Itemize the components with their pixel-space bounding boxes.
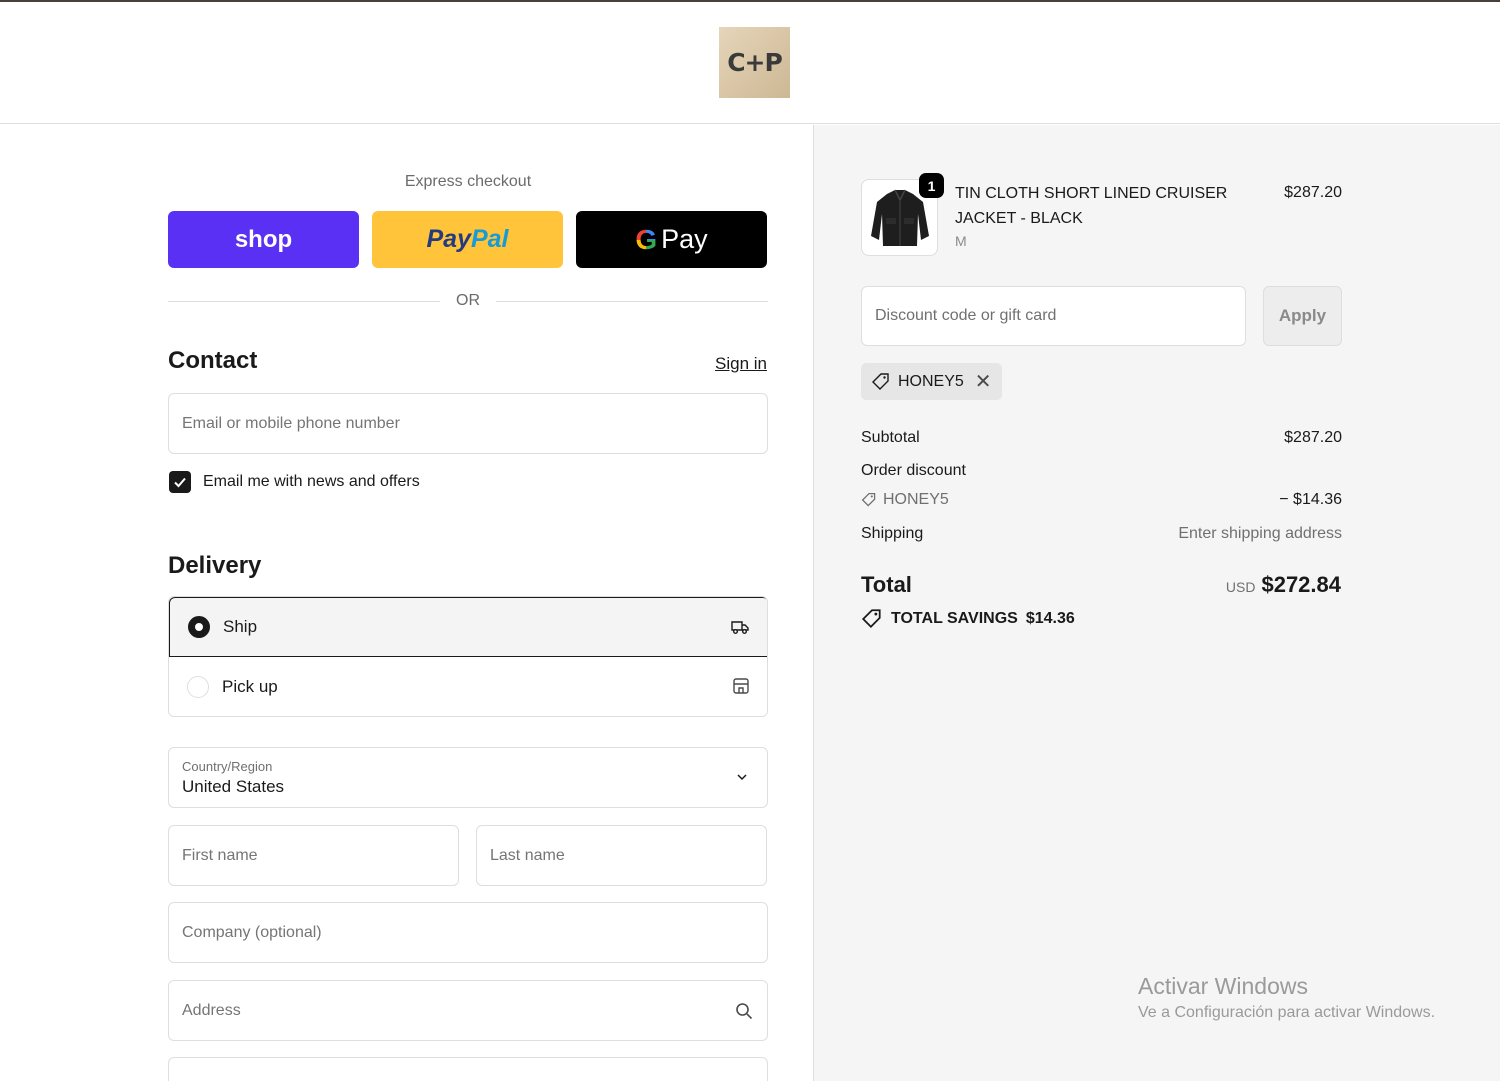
tag-icon	[872, 372, 889, 390]
pickup-radio[interactable]	[187, 676, 209, 698]
discount-code-line: HONEY5	[861, 491, 949, 509]
ship-label: Ship	[223, 617, 258, 636]
product-name: TIN CLOTH SHORT LINED CRUISER JACKET - B…	[955, 185, 1228, 227]
windows-activation-watermark: Activar Windows Ve a Configuración para …	[1138, 973, 1435, 1022]
watermark-subtitle: Ve a Configuración para activar Windows.	[1138, 1004, 1436, 1021]
savings-label: TOTAL SAVINGS	[891, 610, 1018, 627]
total-label: Total	[861, 572, 912, 597]
order-discount-row: Order discount	[861, 462, 1342, 480]
shipping-row: Shipping Enter shipping address	[861, 525, 1342, 543]
checkout-form: Express checkout shop Pay Pal G Pay OR Co…	[0, 125, 813, 1081]
store-logo[interactable]: C+P	[719, 27, 790, 98]
product-variant: M	[955, 233, 967, 249]
product-price: $287.20	[1284, 184, 1342, 201]
savings-tag-icon	[861, 609, 881, 628]
tag-icon	[861, 492, 876, 507]
first-name-field[interactable]	[168, 825, 459, 886]
discount-code-field[interactable]: Discount code or gift card	[861, 286, 1246, 346]
last-name-field[interactable]	[476, 825, 767, 886]
country-label: Country/Region	[182, 759, 273, 774]
contact-title: Contact	[168, 347, 258, 374]
discount-code-text: HONEY5	[883, 491, 949, 508]
paypal-label-part1: Pay	[426, 225, 471, 253]
apply-discount-button[interactable]: Apply	[1263, 286, 1342, 346]
subtotal-label: Subtotal	[861, 429, 920, 446]
address-line-2-field[interactable]	[168, 1057, 768, 1081]
delivery-option-pickup[interactable]: Pick up	[169, 657, 767, 716]
search-icon	[736, 1002, 753, 1019]
quantity-badge: 1	[919, 173, 944, 198]
order-discount-label: Order discount	[861, 462, 966, 479]
or-divider-text: OR	[456, 292, 480, 309]
subtotal-value: $287.20	[1284, 429, 1342, 446]
total-amount: USD $272.84	[1226, 572, 1341, 598]
shop-pay-label: shop	[234, 225, 293, 253]
ship-radio[interactable]	[188, 616, 210, 638]
newsletter-label: Email me with news and offers	[203, 473, 420, 490]
google-pay-label: Pay	[661, 224, 708, 254]
remove-discount-icon[interactable]: ✕	[975, 369, 992, 394]
shipping-label: Shipping	[861, 525, 924, 542]
chevron-down-icon	[737, 774, 747, 781]
subtotal-row: Subtotal $287.20	[861, 429, 1342, 447]
email-field[interactable]	[168, 393, 768, 454]
sign-in-link[interactable]: Sign in	[700, 354, 767, 374]
paypal-label-part2: Pal	[470, 225, 509, 253]
checkmark-icon	[174, 477, 186, 488]
divider-left	[168, 301, 440, 302]
delivery-method-group: Ship Pick up	[168, 596, 768, 717]
delivery-option-ship[interactable]: Ship	[169, 597, 767, 657]
header: C+P	[0, 2, 1500, 124]
applied-discount-code: HONEY5	[898, 372, 964, 390]
shipping-value: Enter shipping address	[1178, 525, 1342, 542]
savings-value: $14.36	[1025, 610, 1075, 627]
discount-detail-row: HONEY5 − $14.36	[861, 491, 1342, 513]
applied-discount-chip: HONEY5 ✕	[861, 363, 1002, 400]
newsletter-option[interactable]: Email me with news and offers	[169, 471, 420, 493]
shop-pay-button[interactable]: shop	[168, 211, 359, 268]
address-input[interactable]	[182, 1001, 734, 1020]
order-summary: 1 TIN CLOTH SHORT LINED CRUISER JACKET -…	[813, 125, 1500, 1081]
store-icon	[733, 678, 749, 694]
company-field[interactable]	[168, 902, 768, 963]
divider-right	[496, 301, 768, 302]
country-select[interactable]: Country/Region United States	[168, 747, 768, 808]
delivery-title: Delivery	[168, 552, 262, 579]
country-value: United States	[182, 777, 285, 796]
last-name-input[interactable]	[490, 846, 753, 865]
first-name-input[interactable]	[182, 846, 445, 865]
watermark-title: Activar Windows	[1138, 973, 1308, 999]
total-value: $272.84	[1261, 572, 1341, 597]
email-input[interactable]	[182, 414, 754, 433]
truck-icon	[731, 621, 749, 634]
google-pay-button[interactable]: G Pay	[576, 211, 767, 268]
currency-code: USD	[1225, 579, 1256, 595]
address-field[interactable]	[168, 980, 768, 1041]
total-savings: TOTAL SAVINGS $14.36	[861, 608, 1075, 630]
express-checkout-label: Express checkout	[404, 173, 532, 190]
google-g-icon: G	[635, 223, 658, 255]
paypal-button[interactable]: Pay Pal	[372, 211, 563, 268]
pickup-label: Pick up	[222, 677, 278, 696]
newsletter-checkbox[interactable]	[169, 471, 191, 493]
discount-code-placeholder: Discount code or gift card	[875, 307, 1057, 324]
discount-value: − $14.36	[1279, 491, 1342, 508]
company-input[interactable]	[182, 923, 754, 942]
